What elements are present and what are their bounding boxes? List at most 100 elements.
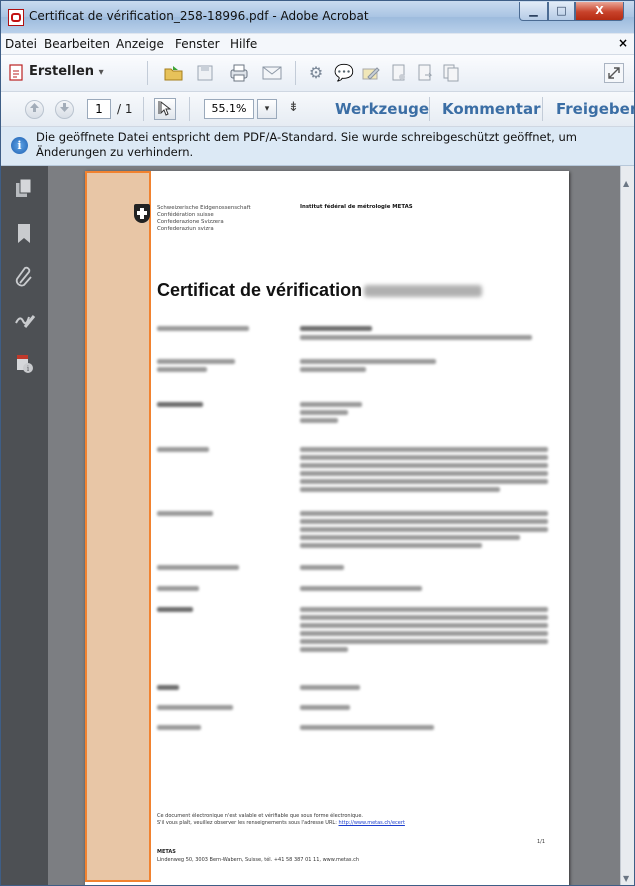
document-icon[interactable] [389,63,409,83]
document-view[interactable]: Schweizerische Eidgenossenschaft Confédé… [48,166,620,885]
redacted-value [300,519,548,524]
close-document-icon[interactable]: × [618,36,628,50]
comment-panel-button[interactable]: Kommentar [442,100,540,118]
next-page-button[interactable] [55,100,74,119]
email-icon[interactable] [261,63,282,83]
footer-line-2-text: S'il vous plaît, veuillez observer les r… [157,820,339,826]
create-button[interactable]: Erstellen ▾ [29,64,104,79]
toolbar-divider [189,97,190,121]
expand-icon[interactable] [604,63,624,83]
toolbar-divider [429,97,430,121]
save-icon[interactable] [195,63,215,83]
settings-gear-icon[interactable]: ⚙ [306,63,326,83]
pdfa-info-bar: i Die geöffnete Datei entspricht dem PDF… [1,127,634,166]
page-number-input[interactable]: 1 [87,99,111,119]
redacted-value [300,685,360,690]
certificate-title: Certificat de vérification [157,280,363,300]
menu-fenster[interactable]: Fenster [175,37,220,51]
pdf-page: Schweizerische Eidgenossenschaft Confédé… [85,171,569,885]
redacted-label [157,607,193,612]
title-bar[interactable]: Certificat de vérification_258-18996.pdf… [1,1,634,33]
info-icon: i [11,137,28,154]
close-button[interactable]: X [575,2,624,21]
window-title: Certificat de vérification_258-18996.pdf… [29,9,369,23]
chevron-down-icon: ▾ [98,67,104,78]
page-total-label: / 1 [117,102,133,116]
menu-bearbeiten[interactable]: Bearbeiten [44,37,110,51]
redacted-value [300,418,338,423]
redacted-value [300,455,548,460]
institute-name: Institut fédéral de métrologie METAS [300,204,413,210]
redacted-value [300,479,548,484]
redacted-value [300,447,548,452]
minimize-button[interactable]: ▁ [519,2,548,21]
redacted-label [157,705,233,710]
document-combine-icon[interactable] [441,63,461,83]
redacted-value [300,471,548,476]
scroll-down-icon[interactable]: ▼ [623,874,629,883]
redacted-label [157,402,203,407]
redacted-value [300,335,532,340]
redacted-value [300,402,362,407]
zoom-dropdown-button[interactable]: ▾ [257,99,277,119]
redacted-value [300,543,482,548]
redacted-value [300,463,548,468]
footer-line-1: Ce document électronique n'est valable e… [157,813,364,819]
footer-address: Lindenweg 50, 3003 Bern-Wabern, Suisse, … [157,857,360,863]
attachment-icon[interactable] [14,266,34,288]
redacted-value [300,410,348,415]
redacted-label [157,447,209,452]
redacted-label [157,725,201,730]
acrobat-window: Certificat de vérification_258-18996.pdf… [0,0,635,886]
document-export-icon[interactable] [415,63,435,83]
toolbar-divider [542,97,543,121]
redacted-value [300,326,372,331]
menu-datei[interactable]: Datei [5,37,37,51]
ecert-link[interactable]: http://www.metas.ch/ecert [339,820,405,826]
vertical-scrollbar[interactable]: ▲ ▼ [620,166,634,885]
redacted-value [300,527,548,532]
redacted-value [300,615,548,620]
menu-anzeige[interactable]: Anzeige [116,37,164,51]
redacted-label [157,511,213,516]
redacted-certificate-number [364,285,482,297]
previous-page-button[interactable] [25,100,44,119]
maximize-button[interactable]: □ [548,2,575,21]
redacted-label [157,367,207,372]
footer-line-2: S'il vous plaît, veuillez observer les r… [157,820,405,827]
signature-icon[interactable] [14,309,36,331]
tools-panel-button[interactable]: Werkzeuge [335,100,429,118]
pages-icon[interactable] [14,178,34,200]
fit-page-icon[interactable]: ⇟ [288,100,299,115]
footer-note: Ce document électronique n'est valable e… [157,813,405,827]
main-toolbar: Erstellen ▾ ⚙ 💬 [1,55,634,92]
navigation-toolbar: 1 / 1 55.1% ▾ ⇟ Werkzeuge Kommentar Frei… [1,92,634,127]
confederation-line: Schweizerische Eidgenossenschaft [157,205,251,211]
zoom-level-input[interactable]: 55.1% [204,99,254,119]
create-label: Erstellen [29,64,95,79]
confederation-line: Confederazione Svizzera [157,219,224,225]
toolbar-divider [143,97,144,121]
bookmark-icon[interactable] [14,223,34,245]
share-panel-button[interactable]: Freigeben [556,100,634,118]
scroll-up-icon[interactable]: ▲ [623,179,629,188]
print-icon[interactable] [228,63,248,83]
create-pdf-icon[interactable] [7,63,27,83]
swiss-coat-of-arms-icon [134,204,150,223]
redacted-value [300,607,548,612]
toolbar-divider [295,61,296,85]
redacted-value [300,359,436,364]
comment-bubble-icon[interactable]: 💬 [334,63,354,83]
redacted-value [300,725,434,730]
redacted-label [157,359,235,364]
sign-pen-icon[interactable] [361,63,381,83]
menu-hilfe[interactable]: Hilfe [230,37,257,51]
open-folder-icon[interactable] [163,63,183,83]
confederation-line: Confédération suisse [157,212,214,218]
document-info-icon[interactable]: i [14,353,34,375]
select-cursor-icon[interactable] [154,98,176,120]
toolbar-divider [147,61,148,85]
footer-org: METAS [157,849,176,855]
info-message: Die geöffnete Datei entspricht dem PDF/A… [36,130,577,159]
redacted-value [300,705,350,710]
